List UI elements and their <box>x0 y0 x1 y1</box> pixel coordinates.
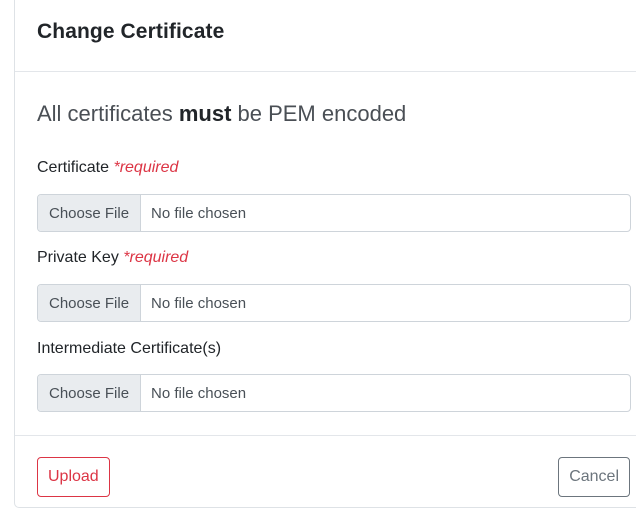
certificate-required-marker: *required <box>113 159 179 176</box>
private-key-file-input[interactable]: Choose File No file chosen <box>37 284 631 322</box>
change-certificate-dialog: Change Certificate All certificates must… <box>14 0 636 508</box>
intermediate-certificate-choose-file-button[interactable]: Choose File <box>38 375 142 411</box>
dialog-body: All certificates must be PEM encoded Cer… <box>15 72 636 435</box>
pem-encoding-note: All certificates must be PEM encoded <box>37 101 406 127</box>
certificate-label: Certificate *required <box>37 159 178 177</box>
private-key-required-marker: *required <box>123 249 189 266</box>
intermediate-certificate-file-input[interactable]: Choose File No file chosen <box>37 374 631 412</box>
upload-button[interactable]: Upload <box>37 457 110 497</box>
intermediate-certificate-file-status: No file chosen <box>151 384 247 402</box>
private-key-choose-file-button[interactable]: Choose File <box>38 285 142 321</box>
certificate-file-input[interactable]: Choose File No file chosen <box>37 194 631 232</box>
pem-note-emphasis: must <box>178 101 232 126</box>
certificate-choose-file-button[interactable]: Choose File <box>38 195 142 231</box>
dialog-footer: Upload Cancel <box>15 435 636 508</box>
certificate-label-text: Certificate <box>37 159 114 176</box>
dialog-title: Change Certificate <box>37 20 225 43</box>
pem-note-prefix: All certificates <box>37 101 179 126</box>
private-key-file-status: No file chosen <box>151 294 247 312</box>
pem-note-suffix: be PEM encoded <box>231 101 407 126</box>
private-key-label: Private Key *required <box>37 249 188 267</box>
certificate-file-status: No file chosen <box>151 204 247 222</box>
intermediate-certificate-label-text: Intermediate Certificate(s) <box>37 340 222 357</box>
dialog-header: Change Certificate <box>15 0 636 72</box>
private-key-label-text: Private Key <box>37 249 124 266</box>
intermediate-certificate-label: Intermediate Certificate(s) <box>37 340 221 358</box>
cancel-button[interactable]: Cancel <box>558 457 630 497</box>
